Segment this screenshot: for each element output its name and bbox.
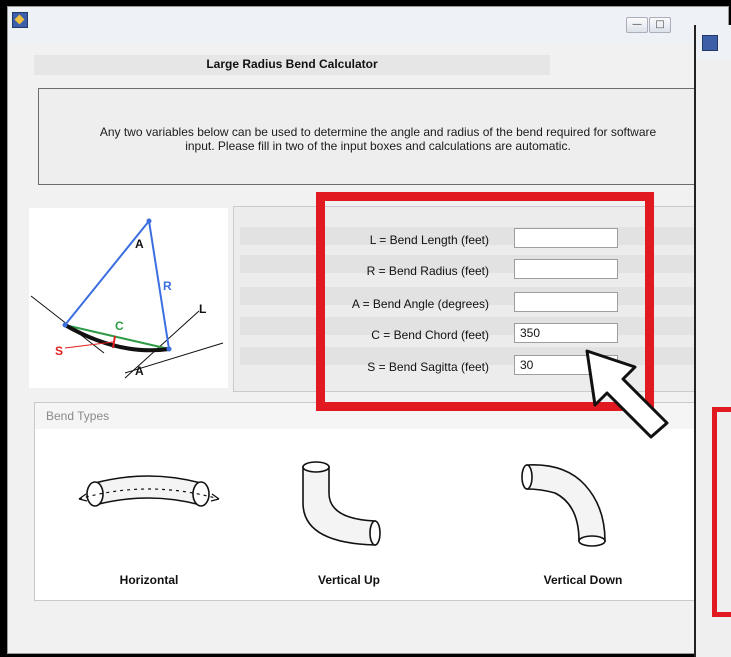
label-a-top: A [135, 237, 144, 251]
bend-start-point [62, 322, 68, 328]
minimize-button[interactable]: — [626, 17, 648, 33]
page-title: Large Radius Bend Calculator [206, 57, 378, 71]
vertical-up-bend-icon[interactable] [287, 453, 407, 563]
horizontal-bend-icon[interactable] [73, 461, 223, 531]
vertical-down-bend-icon[interactable] [505, 445, 635, 555]
background-window [694, 25, 731, 657]
bend-geometry-illustration: A R C S L A [30, 218, 224, 379]
background-highlight-box [712, 407, 731, 617]
label-r: R [163, 279, 172, 293]
center-point [146, 218, 152, 224]
app-icon [12, 12, 28, 28]
instructions-line-2: input. Please fill in two of the input b… [185, 139, 571, 153]
instructions-text: Any two variables below can be used to d… [38, 125, 718, 153]
bend-type-horizontal-label: Horizontal [119, 573, 179, 587]
label-s: S [55, 344, 63, 358]
arrow-pointer-icon [585, 349, 669, 439]
background-window-title-bar [696, 25, 731, 59]
instructions-line-1: Any two variables below can be used to d… [99, 125, 657, 139]
bend-types-title: Bend Types [46, 409, 110, 423]
bend-end-point [166, 346, 172, 352]
label-a-bottom: A [135, 364, 144, 378]
title-bar: — □ [8, 7, 728, 43]
bend-type-vertical-down-label: Vertical Down [543, 573, 623, 587]
calculator-window: — □ Large Radius Bend Calculator Any two… [7, 6, 729, 654]
label-c: C [115, 319, 124, 333]
label-l: L [199, 302, 206, 316]
bend-diagram: A R C S L A [29, 208, 228, 388]
maximize-button[interactable]: □ [649, 17, 671, 33]
background-app-icon [702, 35, 718, 51]
bend-type-vertical-up-label: Vertical Up [317, 573, 381, 587]
